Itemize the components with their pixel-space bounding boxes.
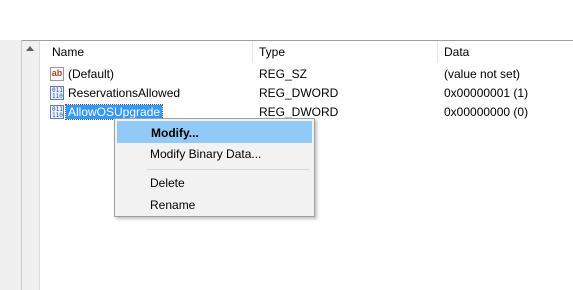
scroll-up-arrow-icon[interactable]	[26, 46, 34, 51]
registry-value-row[interactable]: 011 110 ReservationsAllowed REG_DWORD 0x0…	[40, 84, 573, 103]
column-separator[interactable]	[437, 41, 438, 63]
menu-item-modify-binary[interactable]: Modify Binary Data...	[117, 143, 312, 165]
string-value-icon: ab	[50, 67, 64, 81]
column-header-name[interactable]: Name	[52, 41, 84, 63]
registry-value-row[interactable]: ab (Default) REG_SZ (value not set)	[40, 65, 573, 84]
column-separator[interactable]	[252, 41, 253, 63]
menu-separator	[147, 169, 310, 170]
binary-value-icon: 011 110	[50, 105, 64, 119]
value-data: 0x00000000 (0)	[444, 105, 529, 119]
value-type: REG_SZ	[259, 67, 308, 81]
list-header: Name Type Data	[40, 41, 573, 63]
value-type: REG_DWORD	[259, 86, 339, 100]
menu-item-modify[interactable]: Modify...	[117, 121, 312, 143]
column-header-data[interactable]: Data	[444, 41, 469, 63]
binary-value-icon: 011 110	[50, 86, 64, 100]
value-name: ReservationsAllowed	[68, 86, 181, 100]
column-header-type[interactable]: Type	[259, 41, 285, 63]
vertical-scrollbar[interactable]	[22, 40, 40, 290]
value-name: (Default)	[68, 67, 115, 81]
value-data: (value not set)	[444, 67, 521, 81]
context-menu: Modify... Modify Binary Data... Delete R…	[114, 118, 315, 217]
value-data: 0x00000001 (1)	[444, 86, 529, 100]
menu-item-delete[interactable]: Delete	[117, 172, 312, 194]
tree-pane-edge	[0, 40, 22, 290]
value-name: AllowOSUpgrade	[64, 104, 164, 120]
menu-item-rename[interactable]: Rename	[117, 194, 312, 216]
